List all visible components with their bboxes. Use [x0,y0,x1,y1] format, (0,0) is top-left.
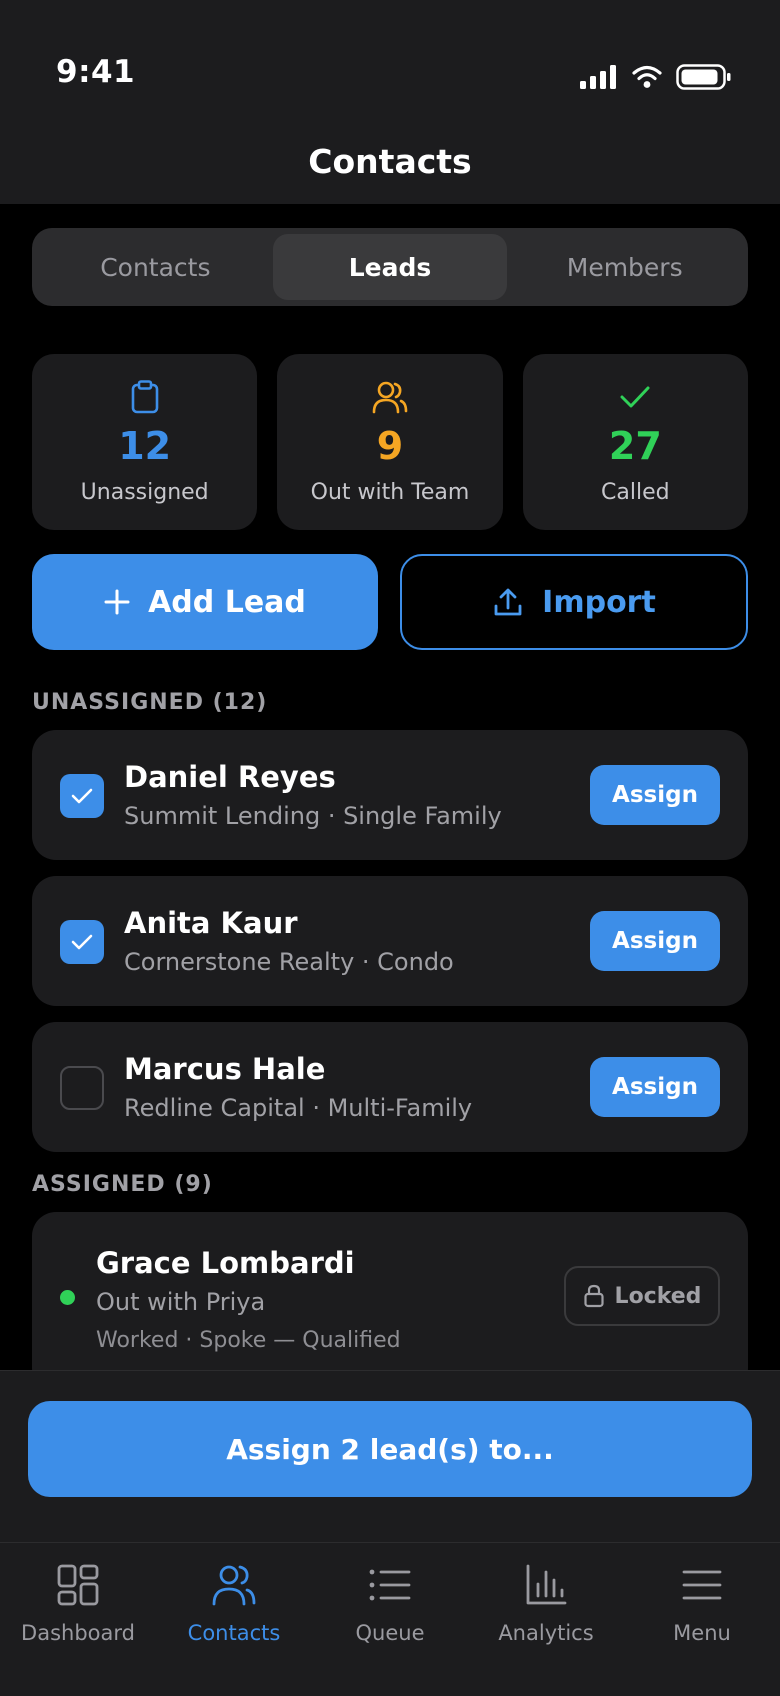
lead-name: Grace Lombardi [96,1246,355,1280]
tab-analytics[interactable]: Analytics [468,1543,624,1696]
bar-chart-icon [522,1561,570,1609]
segmented-control: Contacts Leads Members [32,228,748,306]
assign-button[interactable]: Assign [590,911,720,971]
stat-card-unassigned[interactable]: 12 Unassigned [32,354,258,530]
assign-button[interactable]: Assign [590,1057,720,1117]
tab-menu[interactable]: Menu [624,1543,780,1696]
lock-icon [583,1284,604,1308]
tab-members[interactable]: Members [507,234,742,300]
import-button[interactable]: Import [400,554,748,650]
section-header-assigned: ASSIGNED (9) [32,1172,213,1197]
hamburger-icon [678,1561,726,1609]
lead-checkbox[interactable] [60,1066,104,1110]
tab-queue[interactable]: Queue [312,1543,468,1696]
lead-subtitle: Summit Lending · Single Family [124,802,502,830]
stat-label: Unassigned [80,480,209,505]
signal-icon [580,65,616,89]
list-icon [366,1561,414,1609]
battery-icon [676,64,731,90]
checkmark-icon [71,788,93,804]
status-bar: 9:41 [0,0,780,118]
stat-card-out-with-team[interactable]: 9 Out with Team [277,354,503,530]
stat-label: Out with Team [310,480,470,505]
action-buttons: Add Lead Import [32,554,748,650]
bottom-action-bar: Assign 2 lead(s) to... [0,1370,780,1542]
import-label: Import [542,584,656,620]
add-lead-button[interactable]: Add Lead [32,554,378,650]
stat-label: Called [601,480,670,505]
stat-card-called[interactable]: 27 Called [522,354,748,530]
checkmark-icon [619,378,651,416]
lead-name: Anita Kaur [124,906,298,940]
status-icons [580,64,732,90]
plus-icon [104,589,130,615]
stats-row: 12 Unassigned 9 Out with Team 27 Called [32,354,748,530]
clipboard-icon [130,378,160,416]
tab-label: Contacts [187,1621,281,1645]
add-lead-label: Add Lead [148,584,306,620]
person-icon [372,378,408,416]
list-item[interactable]: Anita Kaur Cornerstone Realty · Condo As… [32,876,748,1006]
lead-checkbox[interactable] [60,774,104,818]
tab-label: Dashboard [21,1621,135,1645]
lead-meta: Worked · Spoke — Qualified [96,1328,401,1353]
locked-button[interactable]: Locked [564,1266,720,1326]
lead-subtitle: Cornerstone Realty · Condo [124,948,454,976]
status-time: 9:41 [56,54,136,90]
status-dot [60,1290,75,1305]
lead-subtitle: Redline Capital · Multi-Family [124,1094,473,1122]
grid-icon [54,1561,102,1609]
list-item[interactable]: Marcus Hale Redline Capital · Multi-Fami… [32,1022,748,1152]
page-title: Contacts [308,141,472,181]
stat-value: 12 [118,424,172,468]
tab-contacts[interactable]: Contacts [38,234,273,300]
nav-header: Contacts [0,118,780,204]
tab-label: Analytics [498,1621,594,1645]
stat-value: 27 [608,424,662,468]
lead-subtitle: Out with Priya [96,1288,266,1316]
lead-checkbox[interactable] [60,920,104,964]
section-header-unassigned: UNASSIGNED (12) [32,690,268,715]
tab-label: Menu [673,1621,731,1645]
list-item[interactable]: Daniel Reyes Summit Lending · Single Fam… [32,730,748,860]
tab-dashboard[interactable]: Dashboard [0,1543,156,1696]
checkmark-icon [71,934,93,950]
wifi-icon [632,65,662,88]
list-item[interactable]: Grace Lombardi Out with Priya Worked · S… [32,1212,748,1392]
lead-name: Marcus Hale [124,1052,326,1086]
people-icon [210,1561,258,1609]
tab-leads[interactable]: Leads [272,234,508,300]
bulk-assign-button[interactable]: Assign 2 lead(s) to... [28,1401,752,1497]
tab-label: Queue [355,1621,425,1645]
lead-name: Daniel Reyes [124,760,336,794]
stat-value: 9 [376,424,404,468]
upload-icon [494,588,522,616]
locked-label: Locked [614,1283,702,1309]
tab-bar: Dashboard Contacts Queue Analytics Menu [0,1542,780,1696]
tab-contacts-nav[interactable]: Contacts [156,1543,312,1696]
assign-button[interactable]: Assign [590,765,720,825]
